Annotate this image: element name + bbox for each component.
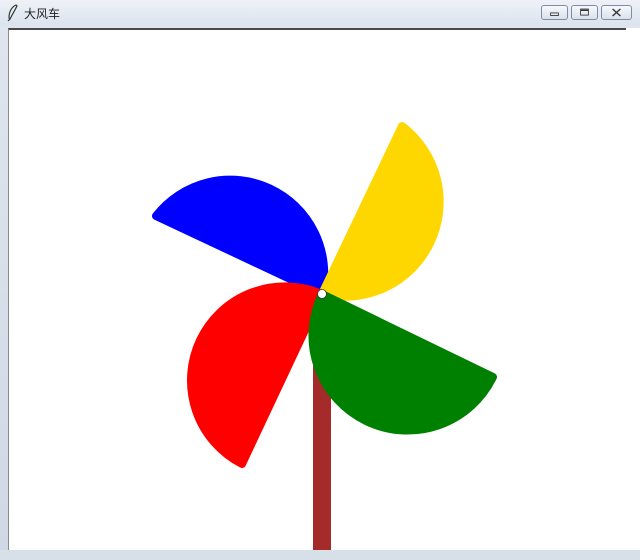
window-title: 大风车 (24, 7, 61, 21)
window-right-edge (626, 28, 640, 550)
pinwheel-hub-pin (317, 289, 327, 299)
app-window: 大风车 (0, 0, 640, 560)
minimize-button[interactable] (541, 5, 568, 20)
maximize-icon (580, 8, 589, 16)
pinwheel-blade-blue (152, 175, 329, 298)
title-bar[interactable]: 大风车 (0, 0, 640, 26)
pinwheel-blade-red (187, 282, 326, 468)
maximize-button[interactable] (571, 5, 598, 20)
window-bottom-edge (0, 550, 640, 560)
close-icon (612, 8, 621, 17)
drawing-canvas[interactable] (8, 28, 626, 550)
pinwheel-blade-green (308, 290, 497, 435)
pinwheel-blade-yellow (318, 122, 444, 301)
pinwheel-drawing (152, 122, 497, 550)
close-button[interactable] (601, 5, 632, 20)
feather-icon (7, 4, 18, 22)
minimize-icon (550, 12, 559, 16)
